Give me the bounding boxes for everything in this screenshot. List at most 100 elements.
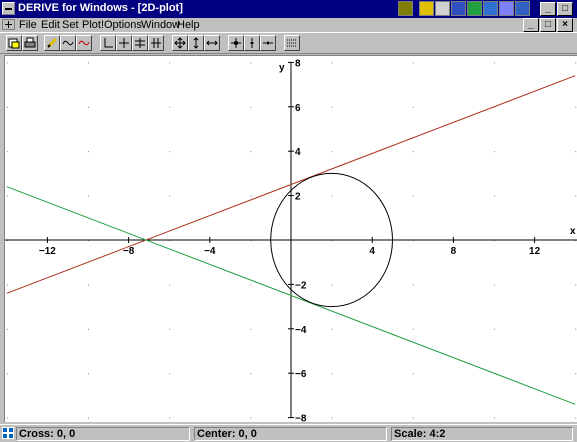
grid-dot — [494, 284, 495, 286]
grid-dot — [88, 284, 89, 286]
doc-restore-button[interactable]: □ — [540, 18, 556, 32]
grid-dot — [88, 373, 89, 375]
grid-dot — [575, 106, 577, 108]
grid-dot — [412, 284, 414, 286]
doc-minimize-button[interactable]: _ — [523, 18, 539, 32]
grid-dot — [6, 328, 8, 330]
title-bar: DERIVE for Windows - [2D-plot] _ □ — [0, 0, 577, 18]
menu-window[interactable]: Window — [141, 19, 180, 31]
x-tick-label: 4 — [369, 246, 375, 257]
grid-dot — [412, 373, 414, 375]
app-icon-5[interactable] — [467, 1, 482, 16]
axes-icon[interactable] — [100, 35, 116, 51]
app-icon-2[interactable] — [419, 1, 434, 16]
wave-icon[interactable] — [60, 35, 76, 51]
y-tick-label: −4 — [295, 325, 307, 336]
zoom-in-vertical-icon[interactable] — [188, 35, 204, 51]
document-control-icon[interactable] — [2, 19, 15, 30]
grid-dot — [6, 62, 8, 64]
grid-dot — [494, 151, 495, 153]
center-icon[interactable] — [132, 35, 148, 51]
zoom-in-horizontal-icon[interactable] — [204, 35, 220, 51]
app-icon-6[interactable] — [483, 1, 498, 16]
grid-dot — [412, 195, 414, 197]
grid-dot — [494, 417, 495, 419]
grid-dot — [169, 62, 171, 64]
grid-dot — [6, 195, 8, 197]
grid-dot — [331, 284, 333, 286]
system-menu-icon[interactable] — [2, 2, 15, 15]
app-icon-4[interactable] — [451, 1, 466, 16]
grid-dot — [6, 373, 8, 375]
zoom-in-both-icon[interactable] — [172, 35, 188, 51]
status-cross: Cross: 0, 0 — [16, 427, 190, 441]
grid-dot — [88, 417, 89, 419]
grid-dot — [575, 417, 577, 419]
zoom-out-horizontal-icon[interactable] — [260, 35, 276, 51]
x-tick-label: 8 — [451, 246, 457, 257]
grid-dot — [250, 106, 252, 108]
grid-dot — [6, 417, 8, 419]
plot-area[interactable]: −12 −8 −4 4 8 12 −8 −6 −4 −2 2 4 6 8 x y — [4, 55, 577, 425]
grid-dot — [169, 417, 171, 419]
app-icon-1[interactable] — [398, 1, 413, 16]
pencil-icon[interactable] — [44, 35, 60, 51]
y-tick-label: 6 — [295, 103, 301, 114]
print-icon[interactable] — [22, 35, 38, 51]
grid-dot — [331, 106, 333, 108]
grid-dot — [575, 328, 577, 330]
y-axis-label: y — [279, 62, 285, 73]
grid-dot — [169, 284, 171, 286]
grid-dot — [412, 417, 414, 419]
grid-dot — [6, 151, 8, 153]
grid-dot — [88, 151, 89, 153]
y-tick-label: −8 — [295, 414, 307, 423]
doc-close-button[interactable]: × — [557, 18, 573, 32]
grid-dot — [250, 195, 252, 197]
grid-dot — [575, 195, 577, 197]
menu-set[interactable]: Set — [62, 19, 79, 31]
grid-dot — [412, 151, 414, 153]
grid-dot — [412, 62, 414, 64]
app-icon-8[interactable] — [515, 1, 530, 16]
grid-dot — [250, 328, 252, 330]
grid-dot — [575, 284, 577, 286]
menu-bar: File Edit Set Plot! Options Window Help … — [0, 18, 577, 32]
y-tick-label: −6 — [295, 369, 307, 380]
cross-status-icon — [2, 427, 14, 439]
app-maximize-button[interactable]: □ — [557, 2, 573, 16]
menu-help[interactable]: Help — [177, 19, 200, 31]
grid-dot — [412, 106, 414, 108]
menu-plot[interactable]: Plot! — [82, 19, 104, 31]
menu-options[interactable]: Options — [104, 19, 142, 31]
grid-dot — [169, 106, 171, 108]
red-wave-icon[interactable] — [76, 35, 92, 51]
grid-dot — [250, 417, 252, 419]
zoom-out-both-icon[interactable] — [228, 35, 244, 51]
grid-dot — [6, 284, 8, 286]
zoom-out-vertical-icon[interactable] — [244, 35, 260, 51]
y-tick-label: −2 — [295, 280, 307, 291]
print-setup-icon[interactable] — [6, 35, 22, 51]
grid-icon[interactable] — [284, 35, 300, 51]
app-minimize-button[interactable]: _ — [540, 2, 556, 16]
plot-canvas[interactable]: −12 −8 −4 4 8 12−8−6−4−22468xy — [5, 56, 577, 425]
grid-dot — [331, 195, 333, 197]
crosshair-icon[interactable] — [116, 35, 132, 51]
grid-dot — [575, 62, 577, 64]
app-icon-7[interactable] — [499, 1, 514, 16]
app-icon-3[interactable] — [435, 1, 450, 16]
menu-edit[interactable]: Edit — [41, 19, 60, 31]
menu-file[interactable]: File — [19, 19, 37, 31]
x-tick-label: −4 — [204, 246, 216, 257]
grid-dot — [250, 151, 252, 153]
grid-dot — [331, 151, 333, 153]
grid-dot — [412, 328, 414, 330]
grid-dot — [88, 328, 89, 330]
window-title: DERIVE for Windows - [2D-plot] — [18, 2, 183, 14]
grid-dot — [250, 284, 252, 286]
grid-dot — [6, 106, 8, 108]
grid-dot — [88, 195, 89, 197]
hash-icon[interactable] — [148, 35, 164, 51]
grid-dot — [494, 195, 495, 197]
